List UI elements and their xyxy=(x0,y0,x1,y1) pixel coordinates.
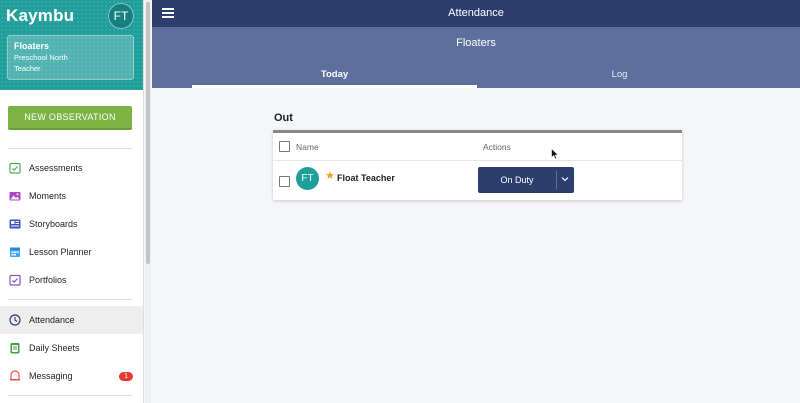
sidebar-item-label: Lesson Planner xyxy=(29,247,92,257)
portfolios-icon xyxy=(9,274,21,286)
section-title: Out xyxy=(274,112,293,124)
attendance-table: Name Actions FT ★ Float Teacher On Duty xyxy=(273,130,682,200)
page-title: Attendance xyxy=(448,7,504,19)
sidebar-item-attendance[interactable]: Attendance xyxy=(0,306,143,334)
school-name: Preschool North xyxy=(14,53,68,62)
moments-icon xyxy=(9,190,21,202)
sidebar-item-moments[interactable]: Moments xyxy=(0,182,143,210)
avatar: FT xyxy=(296,167,319,190)
user-avatar[interactable]: FT xyxy=(108,3,134,29)
class-selector-card[interactable]: Floaters Preschool North Teacher xyxy=(7,35,134,80)
chevron-down-icon xyxy=(561,175,569,183)
duty-status-dropdown[interactable]: On Duty xyxy=(478,167,574,193)
class-title: Floaters xyxy=(456,37,496,49)
mouse-cursor-icon xyxy=(551,147,559,160)
storyboards-icon xyxy=(9,218,21,230)
sidebar-header: Kaymbu FT Floaters Preschool North Teach… xyxy=(0,0,143,90)
sidebar-item-assessments[interactable]: Assessments xyxy=(0,154,143,182)
row-checkbox[interactable] xyxy=(279,176,290,187)
sidebar-item-label: Daily Sheets xyxy=(29,343,80,353)
unread-badge: 1 xyxy=(119,371,133,381)
dropdown-separator xyxy=(556,171,557,189)
sidebar-item-label: Messaging xyxy=(29,371,73,381)
tab-log[interactable]: Log xyxy=(477,67,762,88)
new-observation-button[interactable]: NEW OBSERVATION xyxy=(8,106,132,130)
sidebar-item-storyboards[interactable]: Storyboards xyxy=(0,210,143,238)
sidebar-item-label: Attendance xyxy=(29,315,75,325)
sidebar-item-label: Portfolios xyxy=(29,275,67,285)
assessments-icon xyxy=(9,162,21,174)
class-header: Floaters Today Log xyxy=(152,27,800,88)
scrollbar-thumb[interactable] xyxy=(146,2,150,264)
sidebar-item-lesson-planner[interactable]: Lesson Planner xyxy=(0,238,143,266)
sidebar-divider xyxy=(8,395,132,396)
sidebar-item-label: Assessments xyxy=(29,163,83,173)
app-logo[interactable]: Kaymbu xyxy=(6,6,74,26)
sidebar: Kaymbu FT Floaters Preschool North Teach… xyxy=(0,0,144,403)
clock-icon xyxy=(9,314,21,326)
top-bar: Attendance xyxy=(152,0,800,27)
sidebar-item-label: Moments xyxy=(29,191,67,201)
sidebar-divider xyxy=(8,148,132,149)
tab-today[interactable]: Today xyxy=(192,67,477,88)
duty-status-label: On Duty xyxy=(500,175,534,185)
daily-sheets-icon xyxy=(9,342,21,354)
sidebar-item-daily-sheets[interactable]: Daily Sheets xyxy=(0,334,143,362)
table-row: FT ★ Float Teacher On Duty xyxy=(273,161,682,200)
class-name: Floaters xyxy=(14,41,50,51)
user-role: Teacher xyxy=(14,64,41,73)
lesson-planner-icon xyxy=(9,246,21,258)
column-header-actions: Actions xyxy=(483,142,511,152)
column-header-name: Name xyxy=(296,142,319,152)
sidebar-item-label: Storyboards xyxy=(29,219,78,229)
teacher-name: Float Teacher xyxy=(337,173,395,183)
table-header: Name Actions xyxy=(273,133,682,161)
sidebar-item-messaging[interactable]: Messaging 1 xyxy=(0,362,143,390)
star-icon: ★ xyxy=(325,170,335,182)
messaging-icon xyxy=(9,370,21,382)
select-all-checkbox[interactable] xyxy=(279,141,290,152)
sidebar-divider xyxy=(8,299,132,300)
sidebar-item-portfolios[interactable]: Portfolios xyxy=(0,266,143,294)
sidebar-scrollbar[interactable] xyxy=(145,0,151,403)
